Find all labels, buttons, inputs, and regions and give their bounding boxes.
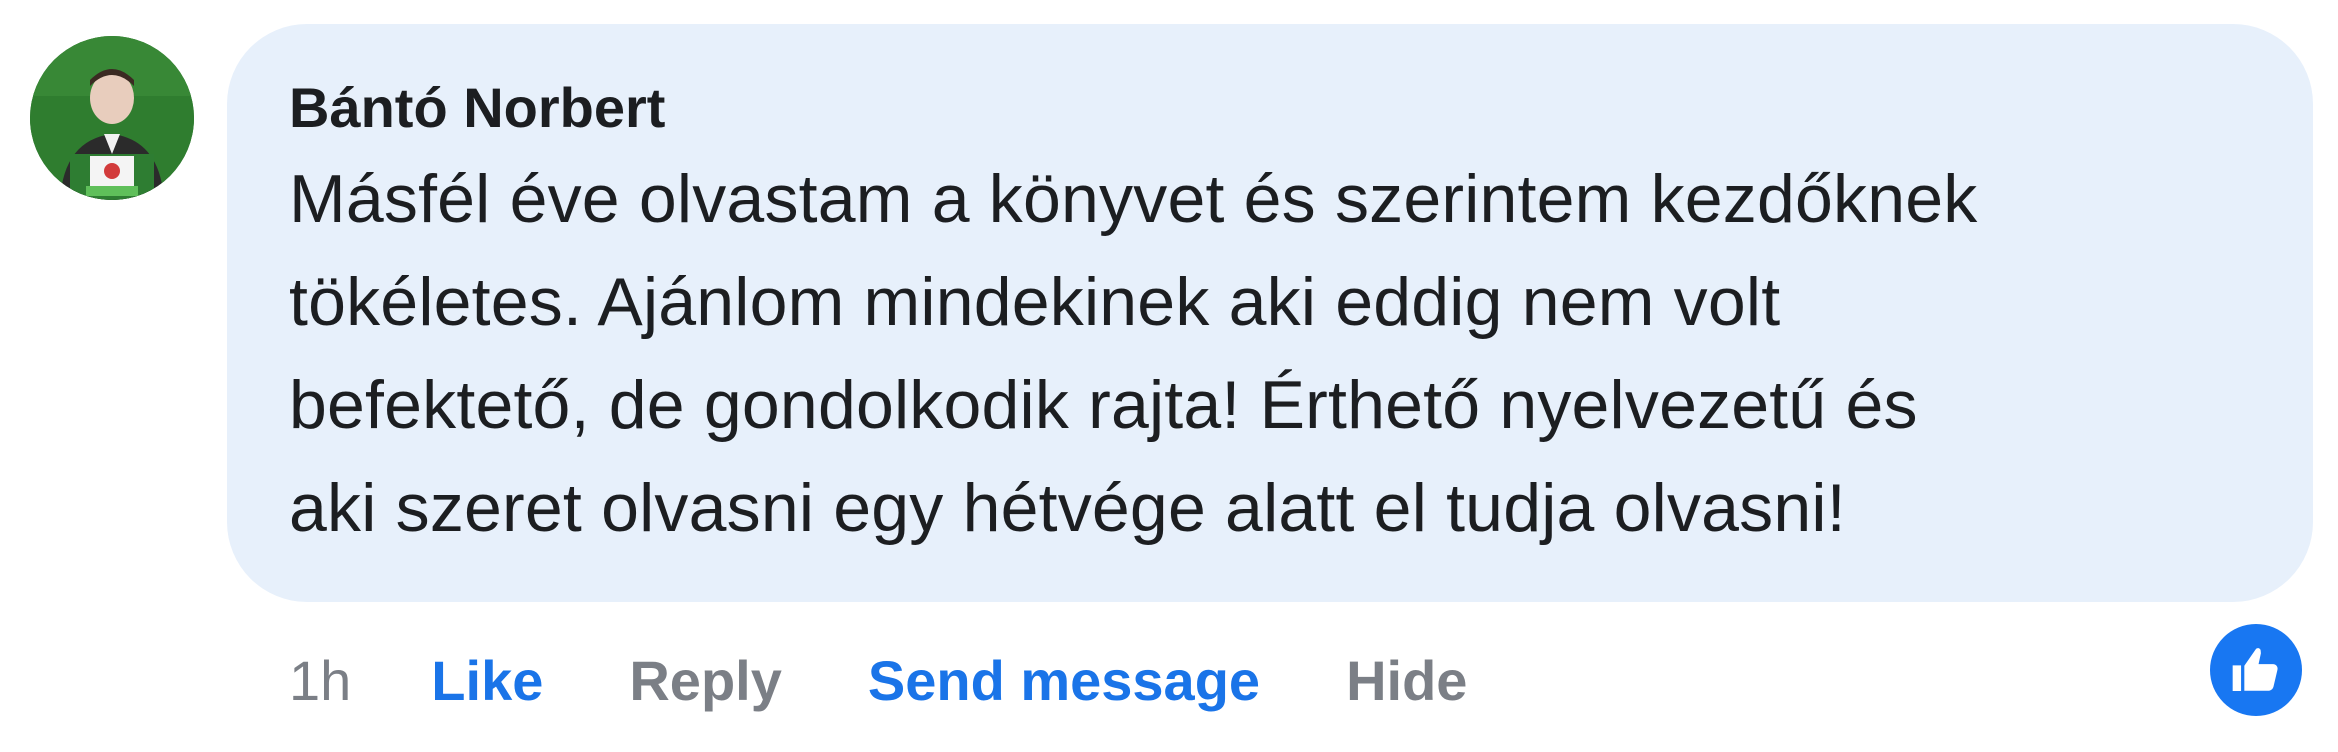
- thumbs-up-glyph: [2232, 648, 2278, 691]
- like-button[interactable]: Like: [431, 648, 543, 713]
- send-message-button[interactable]: Send message: [868, 648, 1260, 713]
- comment-author[interactable]: Bántó Norbert: [289, 76, 2251, 140]
- comment-bubble: Bántó Norbert Másfél éve olvastam a köny…: [227, 24, 2313, 602]
- comment-text-line: tökéletes. Ajánlom mindekinek aki eddig …: [289, 264, 1781, 340]
- comment-timestamp[interactable]: 1h: [289, 648, 351, 713]
- comment: Bántó Norbert Másfél éve olvastam a köny…: [0, 0, 2338, 752]
- comment-text-line: Másfél éve olvastam a könyvet és szerint…: [289, 161, 1978, 237]
- comment-text: Másfél éve olvastam a könyvet és szerint…: [289, 148, 2251, 560]
- avatar[interactable]: [30, 36, 194, 200]
- comment-text-line: aki szeret olvasni egy hétvége alatt el …: [289, 470, 1846, 546]
- profile-photo: [30, 36, 194, 200]
- thumbs-up-icon[interactable]: [2210, 624, 2302, 716]
- comment-actions: 1h Like Reply Send message Hide: [289, 640, 1553, 720]
- comment-text-line: befektető, de gondolkodik rajta! Érthető…: [289, 367, 1918, 443]
- reply-button[interactable]: Reply: [629, 648, 782, 713]
- hide-button[interactable]: Hide: [1346, 648, 1467, 713]
